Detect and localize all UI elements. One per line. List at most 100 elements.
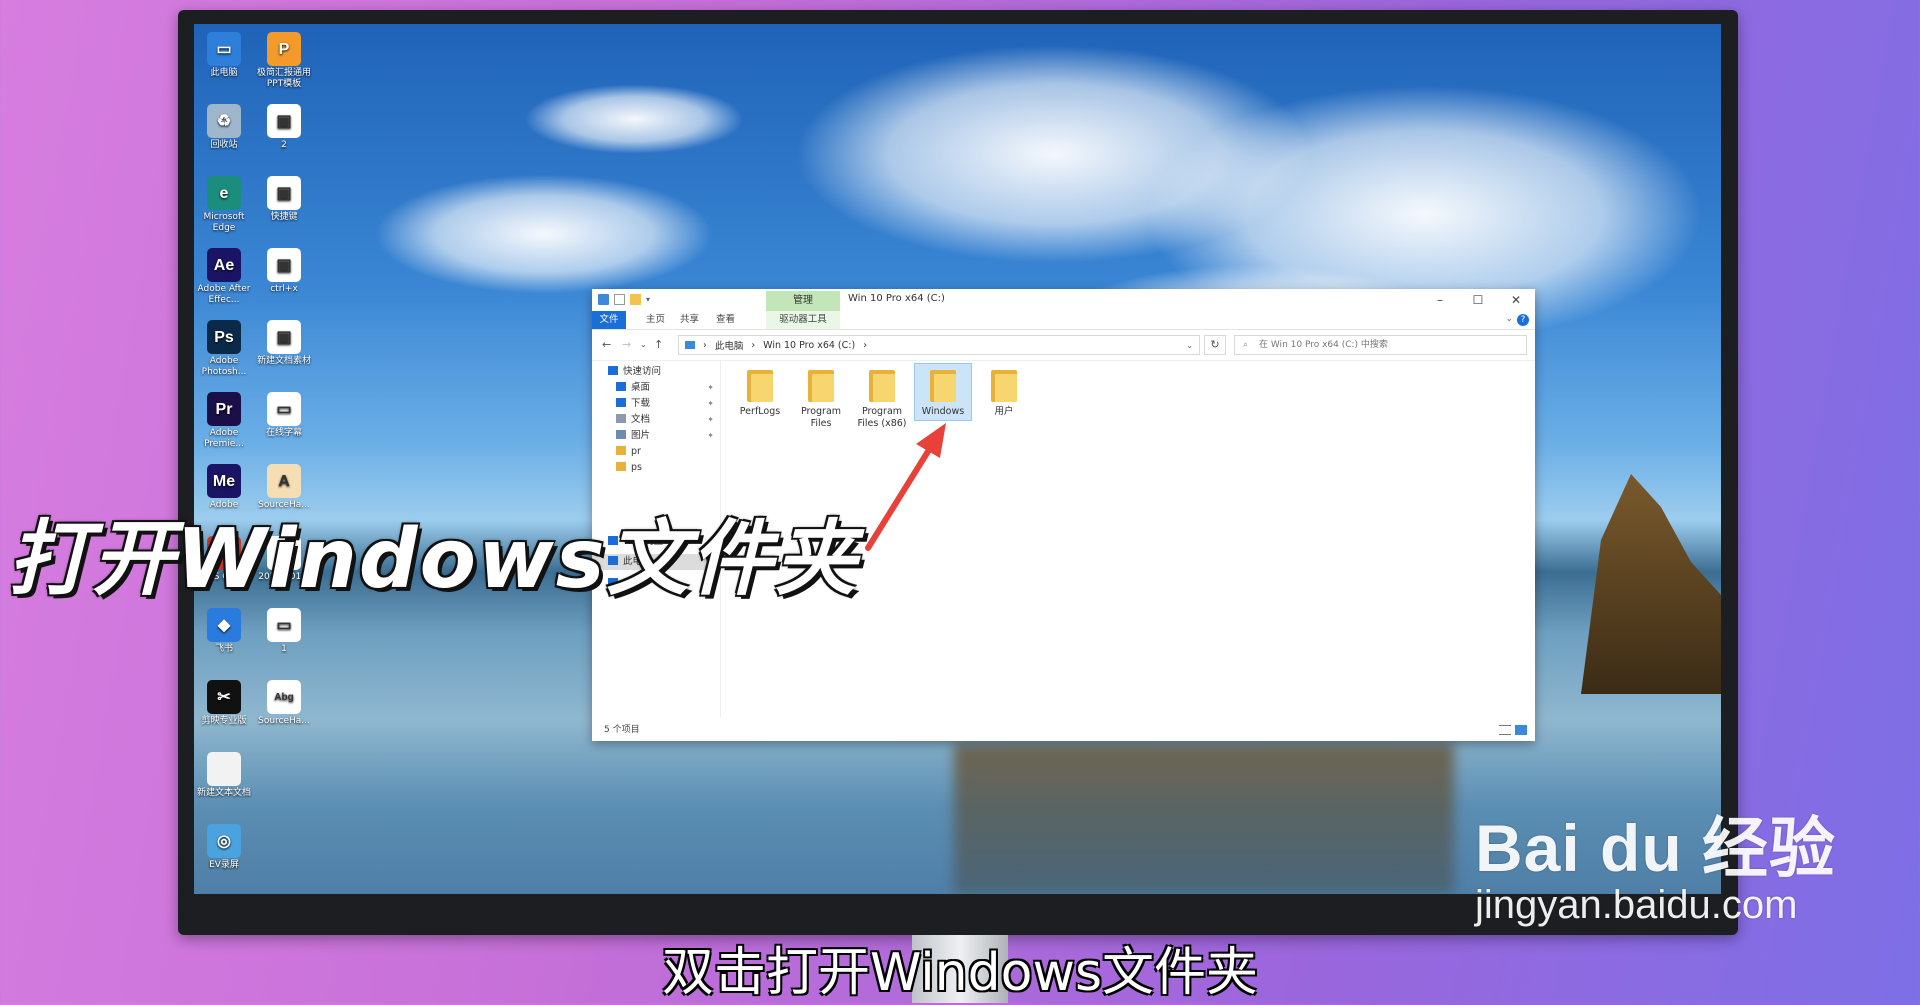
this-pc-icon (685, 341, 695, 349)
desktop-shortcut[interactable]: ▣ 快捷键 (254, 176, 314, 223)
computer-icon: ▭ (207, 32, 241, 66)
desktop-shortcut[interactable]: e Microsoft Edge (194, 176, 254, 234)
ribbon-expand-icon[interactable]: ⌄ (1505, 314, 1513, 324)
video-file-icon: ▣ (267, 248, 301, 282)
download-icon (616, 398, 626, 407)
forward-button[interactable]: → (622, 338, 631, 351)
search-placeholder: 在 Win 10 Pro x64 (C:) 中搜索 (1259, 340, 1388, 350)
folder-name: 用户 (994, 406, 1014, 417)
desktop-shortcut[interactable]: ▭ 此电脑 (194, 32, 254, 79)
address-dropdown-icon[interactable]: ⌄ (1186, 341, 1193, 350)
rock-formation (1581, 474, 1721, 694)
nav-item[interactable]: 下载 ✦ (592, 396, 720, 412)
search-icon: ⌕ (1243, 340, 1249, 350)
desktop-shortcut[interactable]: 新建文本文档 (194, 752, 254, 799)
folder-name: Windows (921, 406, 965, 417)
text-document-icon (207, 752, 241, 786)
nav-item[interactable]: 图片 ✦ (592, 428, 720, 444)
desktop-shortcut[interactable]: ▭ 1 (254, 608, 314, 655)
tab-home[interactable]: 主页 (640, 311, 671, 329)
desktop-shortcut[interactable]: Pr Adobe Premie... (194, 392, 254, 450)
desktop-shortcut[interactable]: ▣ 2 (254, 104, 314, 151)
desktop-shortcut[interactable]: ♻ 回收站 (194, 104, 254, 151)
photoshop-icon: Ps (207, 320, 241, 354)
up-button[interactable]: ↑ (654, 338, 663, 351)
after-effects-icon: Ae (207, 248, 241, 282)
desktop-shortcut-label: ctrl+x (270, 284, 298, 294)
font-file-icon: Abg (267, 680, 301, 714)
folder-name: PerfLogs (739, 406, 781, 417)
large-icons-view-icon[interactable] (1515, 725, 1527, 735)
folder-item[interactable]: PerfLogs (732, 364, 788, 420)
tab-drive-tools[interactable]: 驱动器工具 (766, 311, 840, 329)
picture-icon (616, 430, 626, 439)
desktop-shortcut[interactable]: ✂ 剪映专业版 (194, 680, 254, 727)
pin-icon: ✦ (707, 399, 714, 408)
breadcrumb-separator-icon: › (863, 339, 867, 351)
desktop-shortcut[interactable]: ◎ EV录屏 (194, 824, 254, 871)
status-bar: 5 个项目 (592, 719, 1535, 741)
tab-share[interactable]: 共享 (674, 311, 705, 329)
nav-item[interactable]: ps (592, 460, 720, 476)
nav-item[interactable]: 桌面 ✦ (592, 380, 720, 396)
manage-context-tab[interactable]: 管理 (766, 291, 840, 311)
desktop-shortcut-label: 快捷键 (270, 212, 298, 222)
desktop-shortcut-label: 回收站 (210, 140, 238, 150)
help-icon[interactable]: ? (1517, 314, 1529, 326)
maximize-button[interactable]: ☐ (1459, 289, 1497, 311)
folder-icon (616, 462, 626, 471)
recent-locations-button[interactable]: ⌄ (640, 340, 647, 349)
pin-icon: ✦ (707, 415, 714, 424)
title-bar[interactable]: ▾ 管理 Win 10 Pro x64 (C:) – ☐ ✕ (592, 289, 1535, 311)
navigation-bar: ← → ⌄ ↑ › 此电脑 › Win 10 Pro x64 (C:) › ⌄ … (592, 330, 1535, 361)
item-count: 5 个项目 (604, 725, 640, 735)
search-input[interactable]: ⌕ 在 Win 10 Pro x64 (C:) 中搜索 (1234, 335, 1527, 355)
properties-icon[interactable] (614, 294, 625, 305)
close-button[interactable]: ✕ (1497, 289, 1535, 311)
folder-item[interactable]: Windows (914, 363, 972, 421)
desktop-shortcut[interactable]: ▣ ctrl+x (254, 248, 314, 295)
tab-view[interactable]: 查看 (710, 311, 741, 329)
recycle-bin-icon: ♻ (207, 104, 241, 138)
refresh-button[interactable]: ↻ (1204, 335, 1226, 355)
window-title: Win 10 Pro x64 (C:) (848, 293, 945, 304)
nav-item-label: 文档 (631, 414, 651, 425)
folder-name: Program Files (x86) (857, 406, 907, 429)
back-button[interactable]: ← (602, 338, 611, 351)
desktop-shortcut-label: Adobe Premie... (204, 428, 244, 449)
folder-icon (989, 368, 1019, 404)
desktop-shortcut[interactable]: ◆ 飞书 (194, 608, 254, 655)
folder-item[interactable]: Program Files (x86) (854, 364, 910, 429)
folder-item[interactable]: 用户 (976, 364, 1032, 420)
desktop-shortcut[interactable]: ▭ 在线字幕 (254, 392, 314, 439)
desktop-shortcut[interactable]: ▣ 新建文档素材 (254, 320, 314, 367)
nav-item[interactable]: pr (592, 444, 720, 460)
desktop-shortcut-label: Adobe After Effec... (197, 284, 251, 305)
chevron-down-icon[interactable]: ▾ (646, 294, 657, 305)
folder-icon (806, 368, 836, 404)
document-icon (616, 414, 626, 423)
breadcrumb-drive[interactable]: Win 10 Pro x64 (C:) (763, 340, 855, 351)
nav-item[interactable]: 快速访问 (592, 364, 720, 380)
folder-item[interactable]: Program Files (793, 364, 849, 429)
premiere-icon: Pr (207, 392, 241, 426)
breadcrumb-this-pc[interactable]: 此电脑 (715, 338, 744, 352)
desktop-shortcut[interactable]: Abg SourceHa... (254, 680, 314, 727)
desktop-shortcut[interactable]: Ps Adobe Photosh... (194, 320, 254, 378)
desktop-shortcut[interactable]: P 极简汇报通用PPT模板 (254, 32, 314, 90)
desktop-shortcut-label: 新建文本文档 (196, 788, 251, 798)
tab-file[interactable]: 文件 (592, 311, 626, 329)
desktop-shortcut[interactable]: Ae Adobe After Effec... (194, 248, 254, 306)
address-bar[interactable]: › 此电脑 › Win 10 Pro x64 (C:) › ⌄ (678, 335, 1200, 355)
folder-name: Program Files (800, 406, 842, 429)
folder-icon (616, 446, 626, 455)
minimize-button[interactable]: – (1421, 289, 1459, 311)
title-caption: 打开Windows文件夹 (8, 512, 859, 607)
desktop-shortcut-label: Microsoft Edge (203, 212, 245, 233)
watermark-brand: Bai du 经验 (1475, 811, 1837, 885)
new-folder-icon[interactable] (630, 294, 641, 305)
desktop-shortcut-label: 1 (281, 644, 287, 654)
details-view-icon[interactable] (1499, 725, 1511, 735)
nav-item[interactable]: 文档 ✦ (592, 412, 720, 428)
breadcrumb-separator-icon: › (703, 339, 707, 351)
